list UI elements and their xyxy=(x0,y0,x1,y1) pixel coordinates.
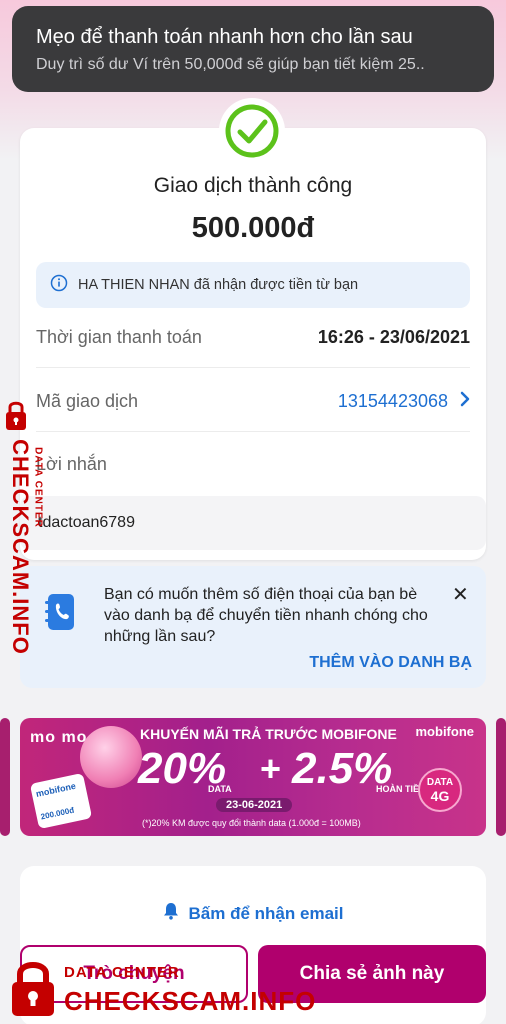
watermark-vertical: CHECKSCAM.INFO DATA CENTER xyxy=(2,398,44,655)
contact-book-icon xyxy=(44,592,78,637)
banner-peek-left[interactable] xyxy=(0,718,10,836)
info-text: HA THIEN NHAN đã nhận được tiền từ bạn xyxy=(78,277,359,293)
toast-title: Mẹo để thanh toán nhanh hơn cho lần sau xyxy=(36,26,413,48)
message-label: Lời nhắn xyxy=(36,454,107,474)
time-label: Thời gian thanh toán xyxy=(36,327,202,347)
check-circle-icon xyxy=(219,98,285,164)
time-value: 16:26 - 23/06/2021 xyxy=(317,327,470,347)
status-title: Giao dịch thành công xyxy=(153,174,353,197)
transaction-label: Mã giao dịch xyxy=(36,391,139,411)
watermark-bottom-big: CHECKSCAM.INFO xyxy=(64,986,317,1016)
bell-icon xyxy=(163,902,179,925)
message-value: tdactoan6789 xyxy=(38,514,135,531)
add-contact-suggestion: Bạn có muốn thêm số điện thoại của bạn b… xyxy=(20,566,486,688)
sim-label: mobifone xyxy=(34,780,77,799)
tip-toast[interactable]: Mẹo để thanh toán nhanh hơn cho lần sau … xyxy=(12,6,494,92)
promo-fineprint: (*)20% KM được quy đổi thành data (1.000… xyxy=(142,818,361,828)
share-button-label: Chia sẻ ảnh này xyxy=(299,963,445,984)
transaction-row[interactable]: Mã giao dịch 13154423068 xyxy=(36,391,470,412)
promo-date: 23-06-2021 xyxy=(216,798,293,812)
watermark-bottom: DATA CENTER CHECKSCAM.INFO xyxy=(4,956,315,1023)
amount: 500.000đ xyxy=(191,212,315,244)
badge-top: DATA xyxy=(426,776,454,788)
badge-bottom: 4G xyxy=(430,787,450,804)
chevron-right-icon xyxy=(460,391,470,412)
lock-icon xyxy=(8,958,58,1023)
close-icon[interactable]: ✕ xyxy=(452,582,469,607)
message-row: Lời nhắn xyxy=(36,454,470,475)
offer-data-label: DATA xyxy=(208,784,232,794)
email-receipt-link[interactable]: Bấm để nhận email xyxy=(0,902,506,925)
offer-plus: + xyxy=(260,748,282,789)
mobifone-logo: mobifone xyxy=(415,724,475,739)
email-link-label: Bấm để nhận email xyxy=(188,903,344,923)
divider xyxy=(36,367,470,368)
banner-peek-right[interactable] xyxy=(496,718,506,836)
watermark-vertical-big: CHECKSCAM.INFO xyxy=(8,439,33,655)
transaction-id-link[interactable]: 13154423068 xyxy=(338,391,470,412)
momo-logo: mo mo xyxy=(30,729,88,746)
sim-amount: 200.000đ xyxy=(39,805,75,822)
time-row: Thời gian thanh toán 16:26 - 23/06/2021 xyxy=(36,327,470,348)
info-icon xyxy=(50,274,68,297)
divider xyxy=(36,431,470,432)
watermark-vertical-small: DATA CENTER xyxy=(32,447,44,528)
watermark-bottom-small: DATA CENTER xyxy=(64,964,180,981)
data-4g-badge: DATA 4G xyxy=(418,768,462,812)
promo-banner[interactable]: mo mo KHUYẾN MÃI TRẢ TRƯỚC MOBIFONE mobi… xyxy=(20,718,486,836)
sim-card-image: mobifone 200.000đ xyxy=(29,772,93,830)
mascot-image xyxy=(80,726,142,788)
add-to-contacts-button[interactable]: THÊM VÀO DANH BẠ xyxy=(309,654,472,672)
toast-message: Duy trì số dư Ví trên 50,000đ sẽ giúp bạ… xyxy=(36,56,425,73)
banner-headline: KHUYẾN MÃI TRẢ TRƯỚC MOBIFONE xyxy=(140,726,397,742)
message-box: tdactoan6789 xyxy=(20,496,486,550)
transaction-id: 13154423068 xyxy=(337,391,448,411)
recipient-info: HA THIEN NHAN đã nhận được tiền từ bạn xyxy=(36,262,470,308)
suggestion-text: Bạn có muốn thêm số điện thoại của bạn b… xyxy=(104,586,428,645)
